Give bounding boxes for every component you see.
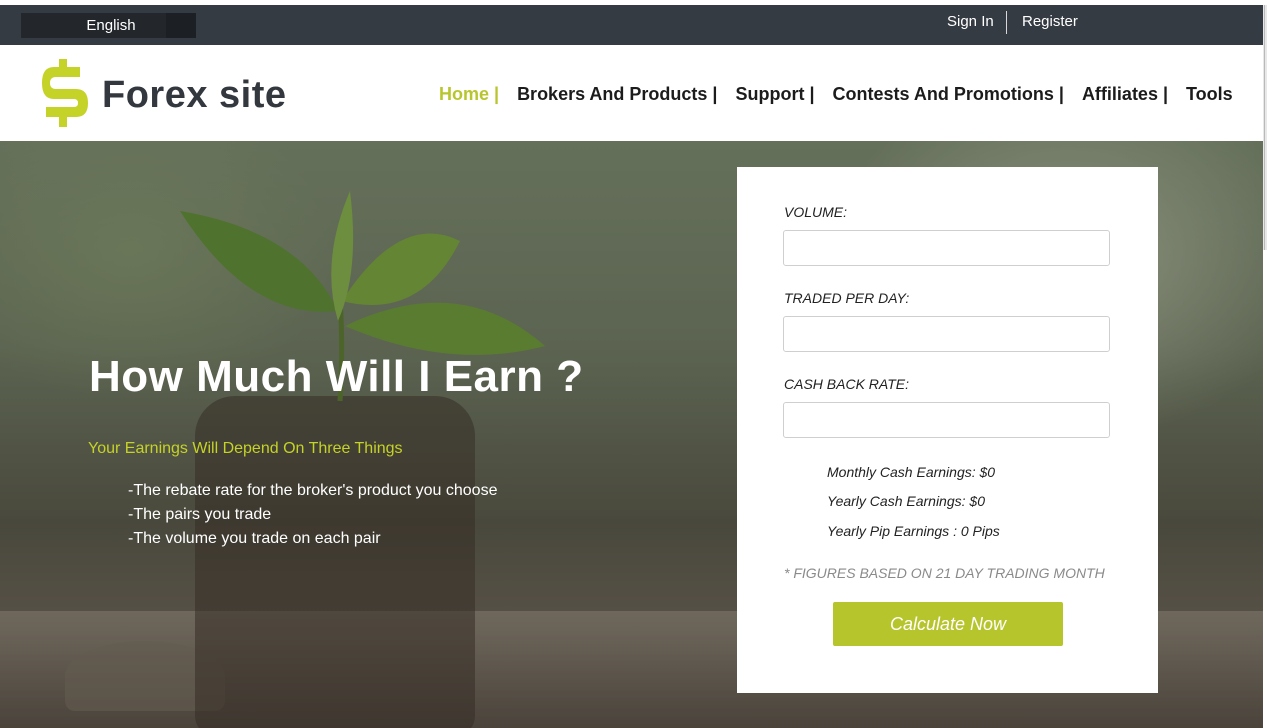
nav-brokers-and-products[interactable]: Brokers And Products | — [517, 84, 717, 104]
nav-support[interactable]: Support | — [736, 84, 815, 104]
calculate-now-button[interactable]: Calculate Now — [833, 602, 1063, 646]
earnings-calculator: VOLUME: TRADED PER DAY: CASH BACK RATE: … — [737, 167, 1158, 693]
yearly-cash-earnings: Yearly Cash Earnings: $0 — [827, 493, 985, 509]
traded-per-day-input[interactable] — [783, 316, 1110, 352]
volume-input[interactable] — [783, 230, 1110, 266]
site-header: Forex site Home | Brokers And Products |… — [0, 45, 1263, 141]
cash-back-rate-label: CASH BACK RATE: — [784, 376, 909, 392]
hero-subtitle: Your Earnings Will Depend On Three Thing… — [88, 440, 403, 457]
nav-affiliates[interactable]: Affiliates | — [1082, 84, 1168, 104]
nav-home[interactable]: Home | — [439, 84, 499, 104]
dollar-logo-icon[interactable] — [40, 57, 92, 129]
hero-point: -The rebate rate for the broker's produc… — [128, 482, 498, 499]
sign-in-link[interactable]: Sign In — [947, 13, 994, 31]
nav-contests-and-promotions[interactable]: Contests And Promotions | — [833, 84, 1064, 104]
top-bar: English Sign In Register — [0, 5, 1263, 45]
language-selector[interactable]: English — [21, 13, 196, 38]
hero-point: -The volume you trade on each pair — [128, 530, 381, 547]
scrollbar-thumb[interactable] — [1264, 5, 1265, 250]
main-nav: Home | Brokers And Products | Support | … — [439, 83, 1233, 105]
figures-note: * FIGURES BASED ON 21 DAY TRADING MONTH — [784, 565, 1105, 581]
language-label: English — [86, 17, 136, 34]
nav-tools[interactable]: Tools — [1186, 84, 1233, 104]
cash-back-rate-input[interactable] — [783, 402, 1110, 438]
yearly-pip-earnings: Yearly Pip Earnings : 0 Pips — [827, 523, 1000, 539]
monthly-cash-earnings: Monthly Cash Earnings: $0 — [827, 464, 996, 480]
logo-text[interactable]: Forex site — [102, 75, 287, 115]
hero-point: -The pairs you trade — [128, 506, 272, 523]
hero-points-list: -The rebate rate for the broker's produc… — [128, 479, 497, 551]
register-link[interactable]: Register — [1022, 13, 1078, 31]
hero-title: How Much Will I Earn ? — [89, 352, 584, 401]
topbar-divider — [1006, 11, 1007, 34]
traded-per-day-label: TRADED PER DAY: — [784, 290, 910, 306]
volume-label: VOLUME: — [784, 204, 848, 220]
